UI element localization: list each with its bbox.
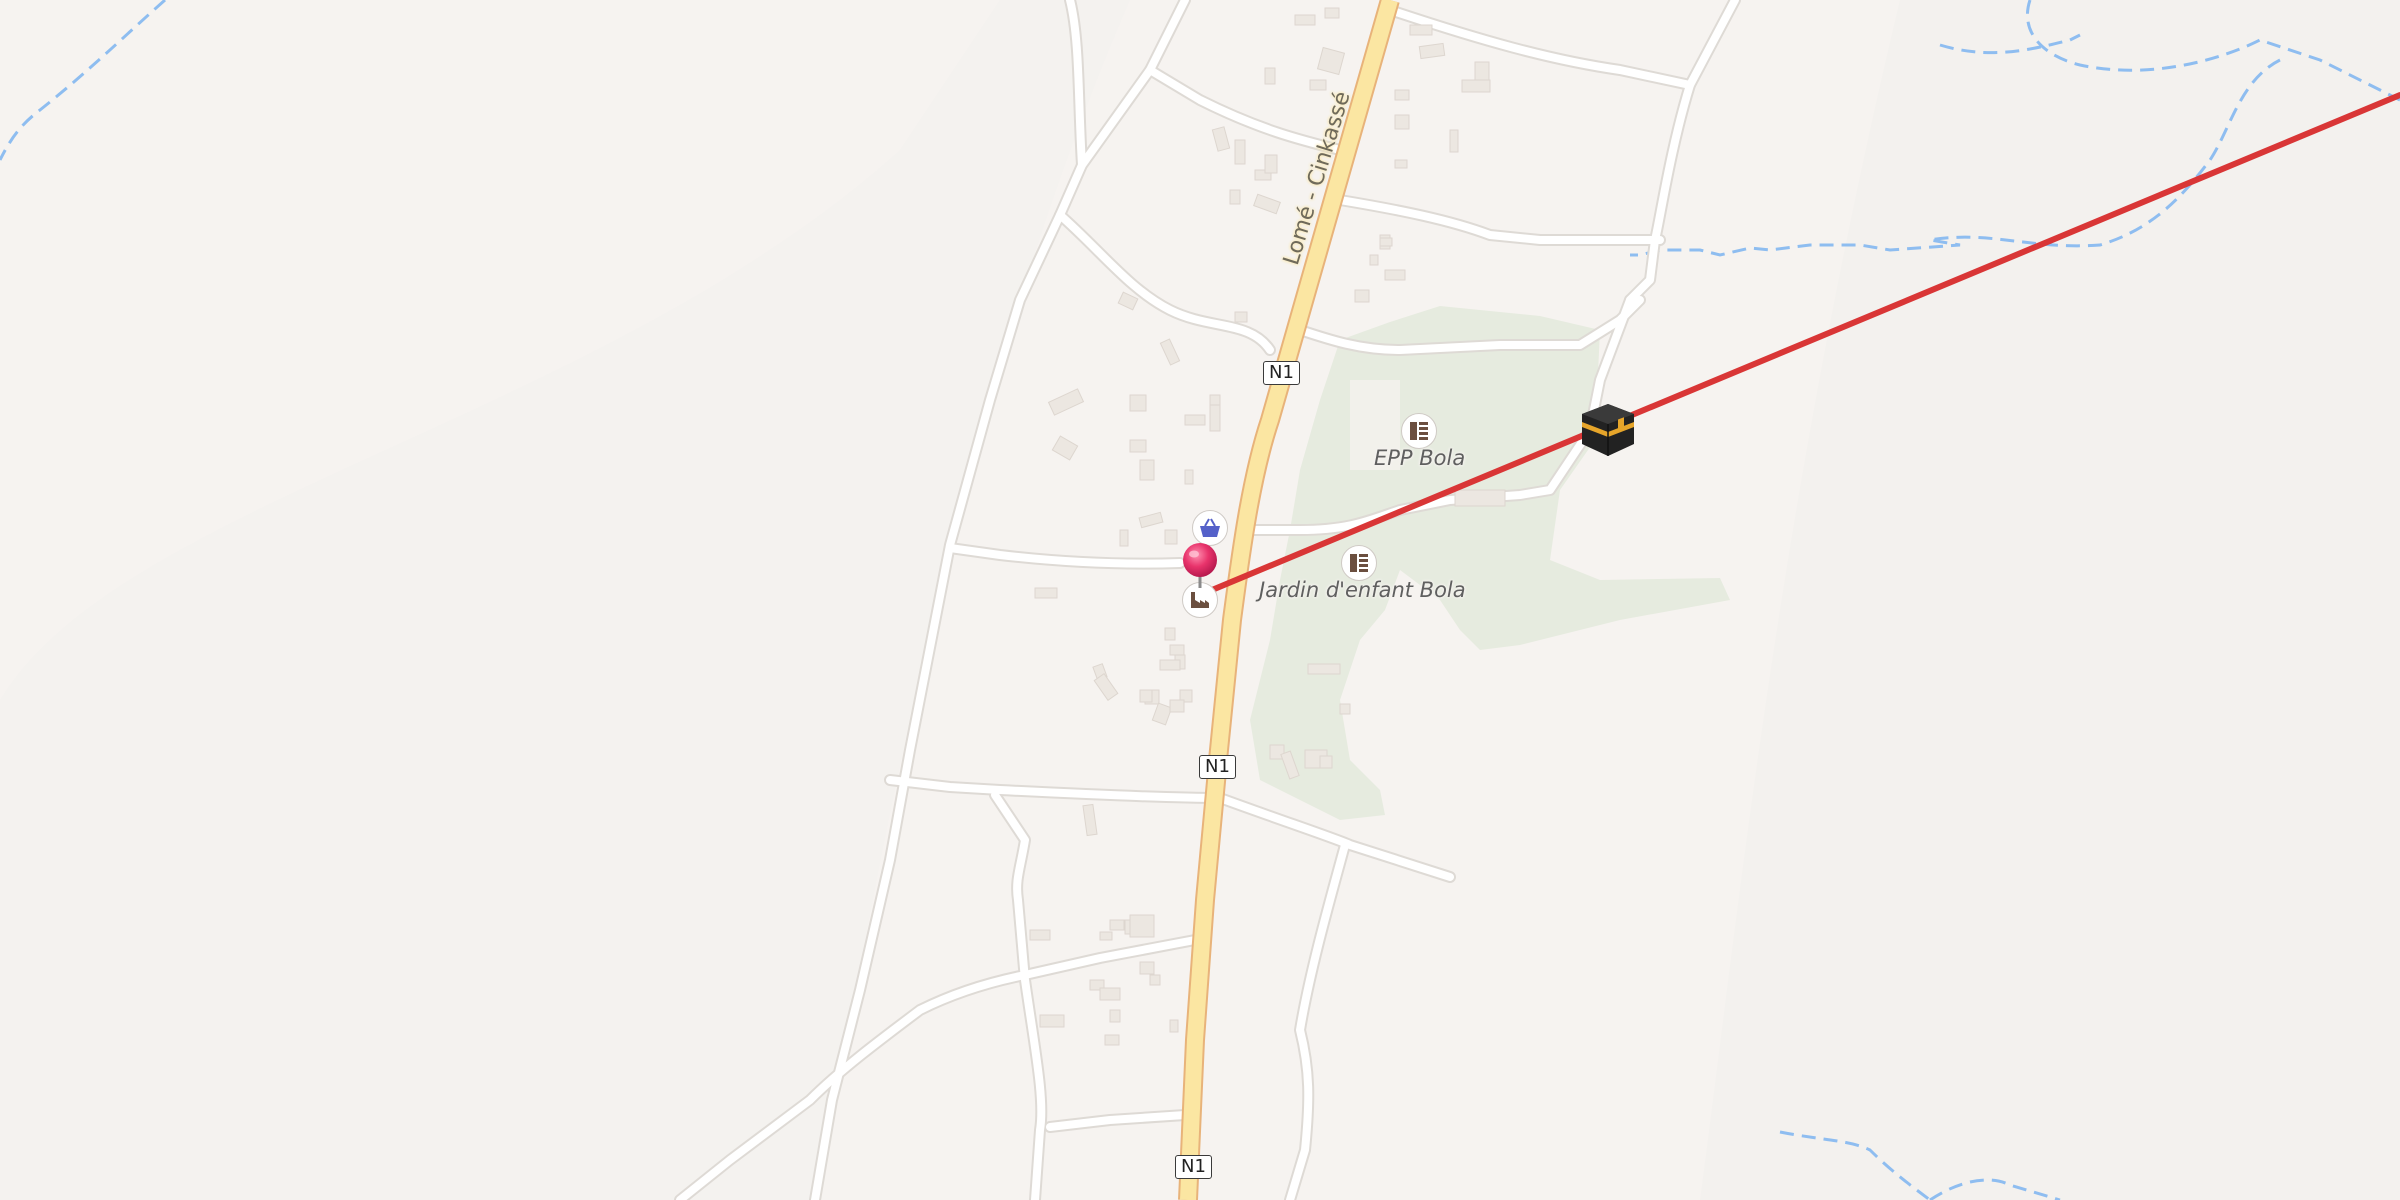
map-canvas[interactable]: Lomé - Cinkassé N1 N1 N1 EPP Bola Jardin… (0, 0, 2400, 1200)
park-area (1250, 306, 1730, 820)
route-shield-n1: N1 (1175, 1155, 1212, 1179)
school-icon[interactable] (1401, 413, 1437, 449)
route-shield-n1: N1 (1263, 361, 1300, 385)
route-shield-n1: N1 (1199, 755, 1236, 779)
shop-basket-icon[interactable] (1192, 510, 1228, 546)
place-label-jardin-enfant-bola[interactable]: Jardin d'enfant Bola (1259, 578, 1466, 602)
kaaba-icon[interactable] (1578, 400, 1638, 460)
location-pin-icon[interactable] (1180, 542, 1220, 590)
place-label-epp-bola[interactable]: EPP Bola (1374, 446, 1465, 470)
school-icon[interactable] (1341, 545, 1377, 581)
